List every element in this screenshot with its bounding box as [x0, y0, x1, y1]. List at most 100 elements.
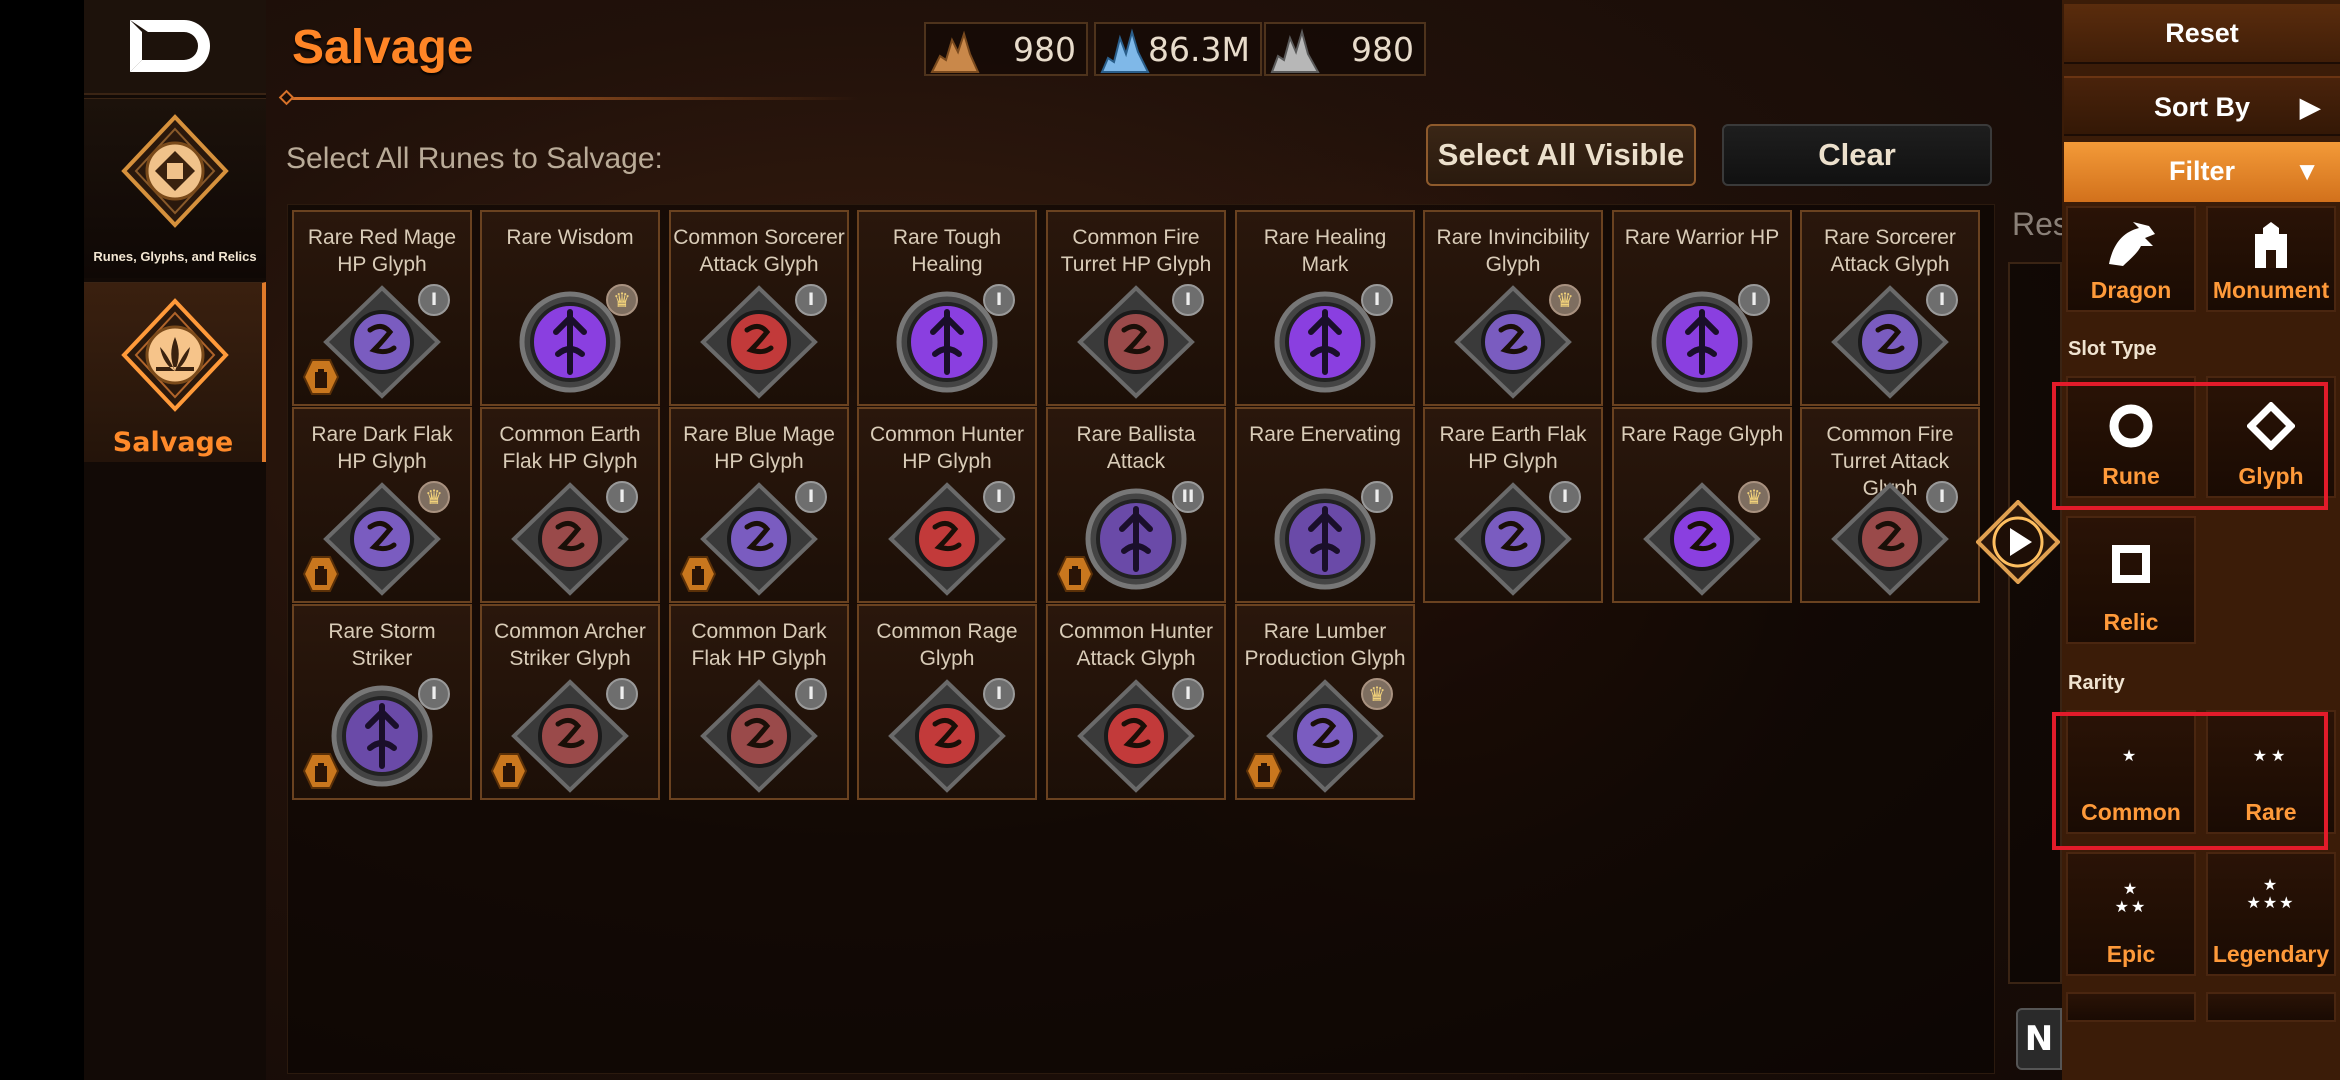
rune-card-name: Rare Invincibility Glyph — [1436, 226, 1590, 276]
rune-card[interactable]: Rare Ballista Attack II — [1046, 407, 1226, 603]
back-button[interactable] — [84, 0, 266, 95]
tier-badge: I — [983, 481, 1015, 513]
rune-card[interactable]: Rare Tough Healing I — [857, 210, 1037, 406]
tower-lock-icon — [302, 753, 340, 789]
rune-card[interactable]: Common Archer Striker Glyph I — [480, 604, 660, 800]
filter-tile-epic[interactable]: ★ ★★ Epic — [2066, 852, 2196, 976]
tier-badge: I — [1926, 481, 1958, 513]
reset-button[interactable]: Reset — [2064, 4, 2340, 64]
results-label: Res — [2012, 206, 2069, 242]
dust-pile-icon — [930, 30, 980, 73]
rune-card-name: Rare Tough Healing — [892, 226, 1002, 276]
rune-diamond-icon — [121, 114, 229, 228]
rune-card-name: Rare Wisdom — [506, 226, 634, 249]
rune-card[interactable]: Common Earth Flak HP Glyph I — [480, 407, 660, 603]
rune-card-name: Rare Sorcerer Attack Glyph — [1824, 226, 1956, 276]
tab-salvage[interactable]: Salvage — [84, 282, 266, 462]
filter-tile-monument[interactable]: Monument — [2206, 206, 2336, 312]
rune-card-name: Rare Blue Mage HP Glyph — [683, 423, 835, 473]
filter-tile-legendary-label: Legendary — [2212, 941, 2330, 967]
square-icon — [2068, 544, 2194, 588]
filter-tile-legendary[interactable]: ★ ★★★ Legendary — [2206, 852, 2336, 976]
rune-card-name: Common Fire Turret HP Glyph — [1060, 226, 1212, 276]
rune-card[interactable]: Rare Earth Flak HP Glyph I — [1423, 407, 1603, 603]
rune-card[interactable]: Rare Wisdom ♛ — [480, 210, 660, 406]
filter-button[interactable]: Filter ▼ — [2064, 142, 2340, 202]
rune-card[interactable]: Common Fire Turret Attack GlyphI — [1800, 407, 1980, 603]
rune-card-name: Rare Rage Glyph — [1620, 423, 1784, 446]
tower-lock-icon — [490, 753, 528, 789]
back-arrow-icon — [130, 20, 210, 72]
rune-card[interactable]: Common Dark Flak HP Glyph I — [669, 604, 849, 800]
rune-card-name: Rare Ballista Attack — [1076, 423, 1196, 473]
monument-icon — [2208, 220, 2334, 276]
tier-badge: I — [1926, 284, 1958, 316]
filter-tile-more-2[interactable] — [2206, 992, 2336, 1022]
chevron-down-icon: ▼ — [2294, 156, 2320, 186]
filter-tile-relic-label: Relic — [2103, 609, 2159, 635]
rune-card[interactable]: Rare Invincibility Glyph ♛ — [1423, 210, 1603, 406]
filter-tile-epic-label: Epic — [2106, 941, 2156, 967]
tower-lock-icon — [302, 359, 340, 395]
filter-tile-monument-label: Monument — [2212, 277, 2330, 303]
filter-tile-dragon[interactable]: Dragon — [2066, 206, 2196, 312]
silver-pile-icon — [1270, 28, 1320, 73]
rune-card[interactable]: Common Hunter HP Glyph I — [857, 407, 1037, 603]
rune-card[interactable]: Common Hunter Attack Glyph I — [1046, 604, 1226, 800]
page-title: Salvage — [292, 21, 474, 74]
tier-badge: I — [1549, 481, 1581, 513]
tab-runes-glyphs-relics[interactable]: Runes, Glyphs, and Relics — [84, 98, 266, 278]
rune-card-name: Rare Warrior HP — [1624, 226, 1780, 249]
tier-badge: II — [1172, 481, 1204, 513]
play-arrow-icon[interactable] — [1976, 500, 2060, 584]
filter-tile-more-1[interactable] — [2066, 992, 2196, 1022]
chevron-right-icon: ▶ — [2300, 92, 2320, 122]
currency-crystal: 86.3M — [1094, 22, 1262, 76]
tower-lock-icon — [679, 556, 717, 592]
rune-card-name: Rare Red Mage HP Glyph — [307, 226, 457, 276]
tier-badge: I — [795, 678, 827, 710]
clear-button[interactable]: Clear — [1722, 124, 1992, 186]
left-nav: Runes, Glyphs, and Relics Salvage — [84, 0, 266, 1080]
rune-card[interactable]: Rare Rage Glyph ♛ — [1612, 407, 1792, 603]
tower-lock-icon — [1245, 753, 1283, 789]
tower-lock-icon — [302, 556, 340, 592]
filter-tile-relic[interactable]: Relic — [2066, 516, 2196, 644]
title-underline — [284, 97, 860, 100]
salvage-subtitle: Select All Runes to Salvage: — [286, 142, 663, 175]
rune-card[interactable]: Rare Enervating I — [1235, 407, 1415, 603]
sort-by-label: Sort By — [2153, 92, 2251, 122]
rune-card-name: Common Dark Flak HP Glyph — [691, 620, 827, 670]
tier-badge: I — [606, 678, 638, 710]
tier-badge: I — [1172, 678, 1204, 710]
rune-card-name: Common Archer Striker Glyph — [494, 620, 646, 670]
crown-badge-icon: ♛ — [1549, 284, 1581, 316]
tier-badge: I — [418, 284, 450, 316]
currency-dust-value: 980 — [1013, 30, 1076, 69]
rune-card[interactable]: Rare Blue Mage HP Glyph I — [669, 407, 849, 603]
rune-card[interactable]: Common Rage Glyph I — [857, 604, 1037, 800]
rune-card[interactable]: Rare Sorcerer Attack Glyph I — [1800, 210, 1980, 406]
currency-silver-value: 980 — [1351, 30, 1414, 69]
crown-badge-icon: ♛ — [418, 481, 450, 513]
tier-badge: I — [1738, 284, 1770, 316]
rune-card[interactable]: Common Fire Turret HP Glyph I — [1046, 210, 1226, 406]
rune-card[interactable]: Rare Dark Flak HP Glyph ♛ — [292, 407, 472, 603]
highlight-rarity — [2052, 712, 2328, 850]
n-button[interactable]: N — [2016, 1008, 2062, 1070]
rune-card-name: Common Sorcerer Attack Glyph — [673, 226, 845, 276]
filter-tile-dragon-label: Dragon — [2090, 277, 2172, 303]
rune-card[interactable]: Rare Warrior HP I — [1612, 210, 1792, 406]
select-all-visible-button[interactable]: Select All Visible — [1426, 124, 1696, 186]
tower-lock-icon — [1056, 556, 1094, 592]
rune-card[interactable]: Rare Lumber Production Glyph ♛ — [1235, 604, 1415, 800]
rune-card[interactable]: Rare Storm Striker I — [292, 604, 472, 800]
sort-by-button[interactable]: Sort By ▶ — [2064, 76, 2340, 136]
rune-card-name: Rare Storm Striker — [328, 620, 436, 670]
rune-card-name: Common Rage Glyph — [876, 620, 1018, 670]
tier-badge: I — [983, 284, 1015, 316]
rune-card[interactable]: Common Sorcerer Attack Glyph I — [669, 210, 849, 406]
tier-badge: I — [1361, 481, 1393, 513]
rune-card[interactable]: Rare Red Mage HP Glyph I — [292, 210, 472, 406]
rune-card[interactable]: Rare Healing Mark I — [1235, 210, 1415, 406]
